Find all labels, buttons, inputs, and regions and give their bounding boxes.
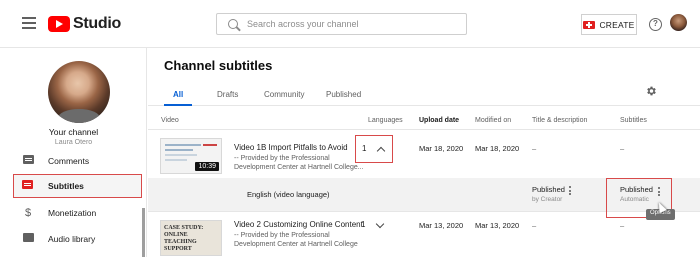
video-description-line: Development Center at Hartnell College [234,241,358,248]
video-title[interactable]: Video 1B Import Pitfalls to Avoid [234,143,348,152]
thumb-line [165,159,187,161]
help-icon[interactable]: ? [649,18,662,31]
create-label: CREATE [599,19,635,30]
column-header-video: Video [161,117,179,124]
sidebar-item-label: Subtitles [48,181,84,191]
studio-app: Studio CREATE ? Your channel Laura Otero… [0,0,700,257]
tab-community[interactable]: Community [264,90,304,99]
thumb-line [165,144,201,146]
video-thumbnail[interactable]: CASE STUDY: ONLINE TEACHING SUPPORT [160,220,222,256]
studio-logo[interactable]: Studio [48,15,121,33]
sidebar-item-comments[interactable]: Comments [0,149,147,173]
column-header-subtitles: Subtitles [620,117,647,124]
subtitles-published-status: Published [620,185,653,194]
channel-avatar[interactable] [48,61,110,123]
modified-on: Mar 13, 2020 [475,221,520,230]
languages-toggle[interactable]: 1 [355,135,393,163]
sidebar: Your channel Laura Otero Comments Subtit… [0,48,147,257]
sidebar-item-subtitles[interactable]: Subtitles [13,174,142,198]
subtitles-status: – [620,221,625,230]
youtube-play-icon [48,16,70,32]
channel-name: Laura Otero [54,139,93,146]
column-header-upload-date[interactable]: Upload date [419,117,459,124]
main-content: Channel subtitles All Drafts Community P… [148,48,700,257]
subtitles-published-by: Automatic [620,196,649,203]
video-duration: 10:39 [195,162,219,171]
upload-date: Mar 18, 2020 [419,144,464,153]
column-header-languages: Languages [368,117,403,124]
video-description-line: Development Center at Hartnell College..… [234,164,364,171]
subtitles-status: – [620,144,625,153]
upload-date: Mar 13, 2020 [419,221,464,230]
search-icon[interactable] [228,19,238,29]
thumb-line [165,154,197,156]
sidebar-item-label: Monetization [48,208,97,218]
header-divider [148,129,700,130]
title-published-by: by Creator [532,196,563,203]
create-video-icon [583,20,596,29]
title-published-status: Published [532,185,565,194]
active-tab-indicator [164,104,192,106]
languages-count: 1 [361,220,366,229]
account-avatar[interactable] [670,14,687,31]
hamburger-menu-icon[interactable] [22,17,36,29]
languages-count: 1 [362,144,367,153]
top-bar: Studio CREATE ? [0,0,700,48]
page-title: Channel subtitles [164,58,273,73]
tab-published[interactable]: Published [326,90,361,99]
search-input[interactable] [247,17,457,31]
title-description-status: – [532,144,537,153]
chevron-down-icon [375,219,385,229]
column-header-title-description: Title & description [532,117,588,124]
comments-icon [22,155,34,167]
video-language: English (video language) [247,190,330,199]
video-description-line: -- Provided by the Professional [234,232,330,239]
tab-all[interactable]: All [173,90,183,99]
sidebar-item-label: Comments [48,156,90,166]
dollar-icon: $ [24,207,32,219]
title-description-status: – [532,221,537,230]
sidebar-item-audio-library[interactable]: Audio library [0,227,147,251]
thumbnail-text: CASE STUDY: ONLINE TEACHING SUPPORT [164,225,204,252]
video-description-line: -- Provided by the Professional [234,155,330,162]
logo-text: Studio [73,15,121,32]
tab-drafts[interactable]: Drafts [217,90,238,99]
column-header-modified-on: Modified on [475,117,512,124]
your-channel-label: Your channel [48,127,99,137]
subtitles-icon [21,180,33,192]
modified-on: Mar 18, 2020 [475,144,520,153]
thumb-line [165,149,193,151]
search-box[interactable] [216,13,467,35]
sidebar-item-label: Audio library [48,234,96,244]
video-thumbnail[interactable]: 10:39 [160,138,222,174]
subtitles-options-icon[interactable] [658,187,661,198]
title-options-icon[interactable] [569,186,572,197]
chevron-up-icon [376,146,386,156]
video-title[interactable]: Video 2 Customizing Online Content [234,220,363,229]
sidebar-scrollbar[interactable] [142,208,145,257]
thumb-line [203,144,217,146]
audio-library-icon [22,233,34,245]
tab-bar: All Drafts Community Published [148,84,700,106]
sidebar-item-monetization[interactable]: $ Monetization [0,201,147,225]
create-button[interactable]: CREATE [581,14,637,35]
languages-toggle[interactable]: 1 [355,214,393,234]
